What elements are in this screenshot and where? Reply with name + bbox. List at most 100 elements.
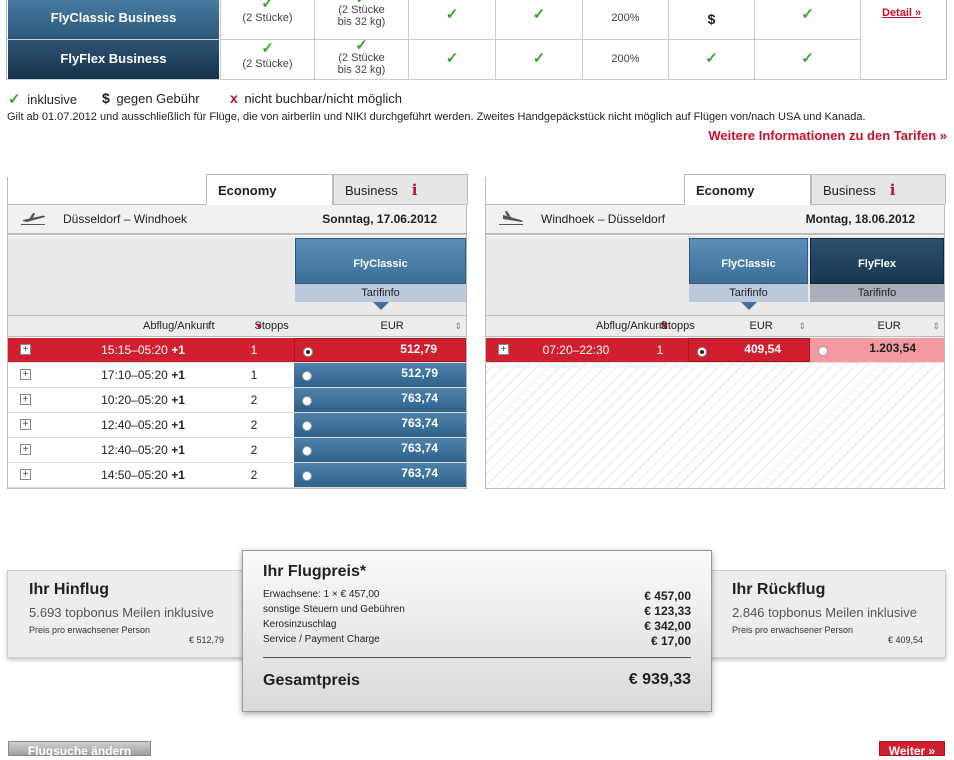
flight-time: 17:10–05:20 bbox=[101, 368, 168, 382]
tab-business[interactable]: Business i bbox=[811, 174, 946, 205]
radio-button[interactable] bbox=[302, 471, 312, 481]
radio-button[interactable] bbox=[302, 371, 312, 381]
flight-row[interactable]: + 10:20–05:20 +1 2 763,74 bbox=[8, 388, 466, 413]
route-date: Montag, 18.06.2012 bbox=[805, 212, 915, 226]
flight-row[interactable]: + 12:40–05:20 +1 2 763,74 bbox=[8, 438, 466, 463]
flight-stops: 2 bbox=[250, 468, 258, 482]
tarifinfo-link[interactable]: Tarifinfo bbox=[295, 284, 466, 302]
price-cell[interactable]: 512,79 bbox=[294, 363, 466, 387]
day-offset: +1 bbox=[171, 393, 185, 407]
cell-text: (2 Stücke bbox=[338, 52, 385, 64]
radio-button[interactable] bbox=[302, 396, 312, 406]
fare-flyflex[interactable]: FlyFlex Tarifinfo bbox=[810, 238, 944, 302]
tariff-name: FlyFlex Business bbox=[8, 40, 219, 79]
info-icon[interactable]: i bbox=[890, 181, 896, 199]
dollar-icon: $ bbox=[102, 90, 110, 106]
price-line-value: € 342,00 bbox=[644, 619, 691, 633]
tariff-row-flyclassic-business: FlyClassic Business ✓ (2 Stücke) ✓ (2 St… bbox=[7, 0, 860, 40]
tariff-cell: ✓ (2 Stücke) bbox=[220, 0, 314, 39]
sort-icon: ⇕ bbox=[204, 321, 212, 331]
summary-amount: € 409,54 bbox=[887, 635, 923, 645]
tab-economy[interactable]: Economy bbox=[206, 174, 333, 205]
expand-icon[interactable]: + bbox=[20, 369, 31, 380]
info-icon[interactable]: i bbox=[412, 181, 418, 199]
radio-button[interactable] bbox=[818, 346, 828, 356]
expand-icon[interactable]: + bbox=[20, 419, 31, 430]
price-cell[interactable]: 763,74 bbox=[294, 413, 466, 437]
price-cell[interactable]: 763,74 bbox=[294, 463, 466, 487]
tab-business[interactable]: Business i bbox=[333, 174, 468, 205]
check-icon: ✓ bbox=[801, 50, 814, 67]
flight-row[interactable]: + 14:50–05:20 +1 2 763,74 bbox=[8, 463, 466, 488]
expand-icon[interactable]: + bbox=[498, 344, 509, 355]
change-search-button[interactable]: Flugsuche ändern bbox=[8, 741, 151, 758]
tariff-cell: ✓ bbox=[668, 40, 754, 79]
check-icon: ✓ bbox=[261, 40, 274, 57]
price-cell[interactable]: 763,74 bbox=[294, 438, 466, 462]
more-info-link[interactable]: Weitere Informationen zu den Tarifen » bbox=[708, 128, 947, 143]
tarifinfo-link[interactable]: Tarifinfo bbox=[810, 284, 944, 302]
price-cell[interactable]: 409,54 bbox=[688, 338, 810, 362]
sort-icon: ⇕ bbox=[454, 321, 462, 331]
cell-text: (2 Stücke bbox=[338, 4, 385, 16]
tariff-cell: ✓ bbox=[754, 40, 860, 79]
flight-row[interactable]: + 15:15–05:20 +1 1 512,79 bbox=[8, 338, 466, 363]
expand-icon[interactable]: + bbox=[20, 469, 31, 480]
tariff-name: FlyClassic Business bbox=[8, 0, 219, 39]
empty-area bbox=[486, 363, 944, 488]
cell-text: 200% bbox=[611, 53, 640, 65]
fare-name: FlyClassic bbox=[689, 238, 808, 284]
price-value: 1.203,54 bbox=[869, 341, 916, 355]
route-bar: Windhoek – Düsseldorf Montag, 18.06.2012 bbox=[486, 204, 944, 235]
flight-row[interactable]: + 12:40–05:20 +1 2 763,74 bbox=[8, 413, 466, 438]
price-cell[interactable]: 512,79 bbox=[294, 338, 466, 362]
expand-icon[interactable]: + bbox=[20, 444, 31, 455]
fare-flyclassic[interactable]: FlyClassic Tarifinfo bbox=[295, 238, 466, 310]
check-icon: ✓ bbox=[532, 6, 546, 23]
col-label: EUR bbox=[749, 320, 773, 332]
legend-fee: $ gegen Gebühr bbox=[102, 90, 200, 106]
radio-button[interactable] bbox=[302, 421, 312, 431]
radio-button[interactable] bbox=[697, 347, 707, 357]
expand-icon[interactable]: + bbox=[20, 344, 31, 355]
check-icon: ✓ bbox=[532, 50, 546, 67]
legend-label: inklusive bbox=[27, 92, 78, 107]
tariff-cell: $ bbox=[668, 0, 754, 39]
price-value: 763,74 bbox=[401, 441, 438, 455]
price-cell[interactable]: 1.203,54 bbox=[810, 338, 944, 362]
flight-row[interactable]: + 07:20–22:30 1 409,54 1.203,54 bbox=[486, 338, 944, 363]
tab-economy[interactable]: Economy bbox=[684, 174, 811, 205]
flight-time: 12:40–05:20 bbox=[101, 418, 168, 432]
price-line-label: sonstige Steuern und Gebühren bbox=[263, 604, 405, 615]
plane-arrival-icon bbox=[499, 211, 523, 225]
flight-stops: 2 bbox=[250, 418, 258, 432]
col-label: EUR bbox=[877, 320, 901, 332]
tariff-cell: ✓ (2 Stücke) bbox=[220, 40, 314, 79]
price-cell[interactable]: 763,74 bbox=[294, 388, 466, 412]
detail-column: Detail » bbox=[860, 0, 947, 80]
radio-button[interactable] bbox=[302, 446, 312, 456]
cell-text: 200% bbox=[611, 12, 640, 24]
route-text: Düsseldorf – Windhoek bbox=[63, 212, 188, 226]
flight-time: 12:40–05:20 bbox=[101, 443, 168, 457]
expand-icon[interactable]: + bbox=[20, 394, 31, 405]
price-title: Ihr Flugpreis* bbox=[263, 563, 367, 580]
price-line-label: Kerosinzuschlag bbox=[263, 619, 337, 630]
radio-button[interactable] bbox=[303, 347, 313, 357]
sort-icon: ⇕ bbox=[798, 321, 806, 331]
divider bbox=[263, 657, 691, 658]
dollar-icon: $ bbox=[707, 11, 716, 27]
next-button[interactable]: Weiter » bbox=[879, 741, 945, 758]
cross-icon: x bbox=[230, 90, 238, 106]
fare-flyclassic[interactable]: FlyClassic Tarifinfo bbox=[689, 238, 808, 310]
check-icon: ✓ bbox=[355, 37, 368, 54]
flight-row[interactable]: + 17:10–05:20 +1 1 512,79 bbox=[8, 363, 466, 388]
tariff-cell: ✓ bbox=[408, 40, 495, 79]
tarifinfo-link[interactable]: Tarifinfo bbox=[689, 284, 808, 302]
summary-miles: 5.693 topbonus Meilen inklusive bbox=[29, 605, 215, 620]
summary-per-person: Preis pro erwachsener Person bbox=[732, 625, 854, 635]
check-icon: ✓ bbox=[261, 0, 274, 12]
check-icon: ✓ bbox=[705, 50, 718, 67]
tariff-cell: ✓ bbox=[495, 0, 582, 39]
detail-link[interactable]: Detail » bbox=[882, 7, 921, 19]
